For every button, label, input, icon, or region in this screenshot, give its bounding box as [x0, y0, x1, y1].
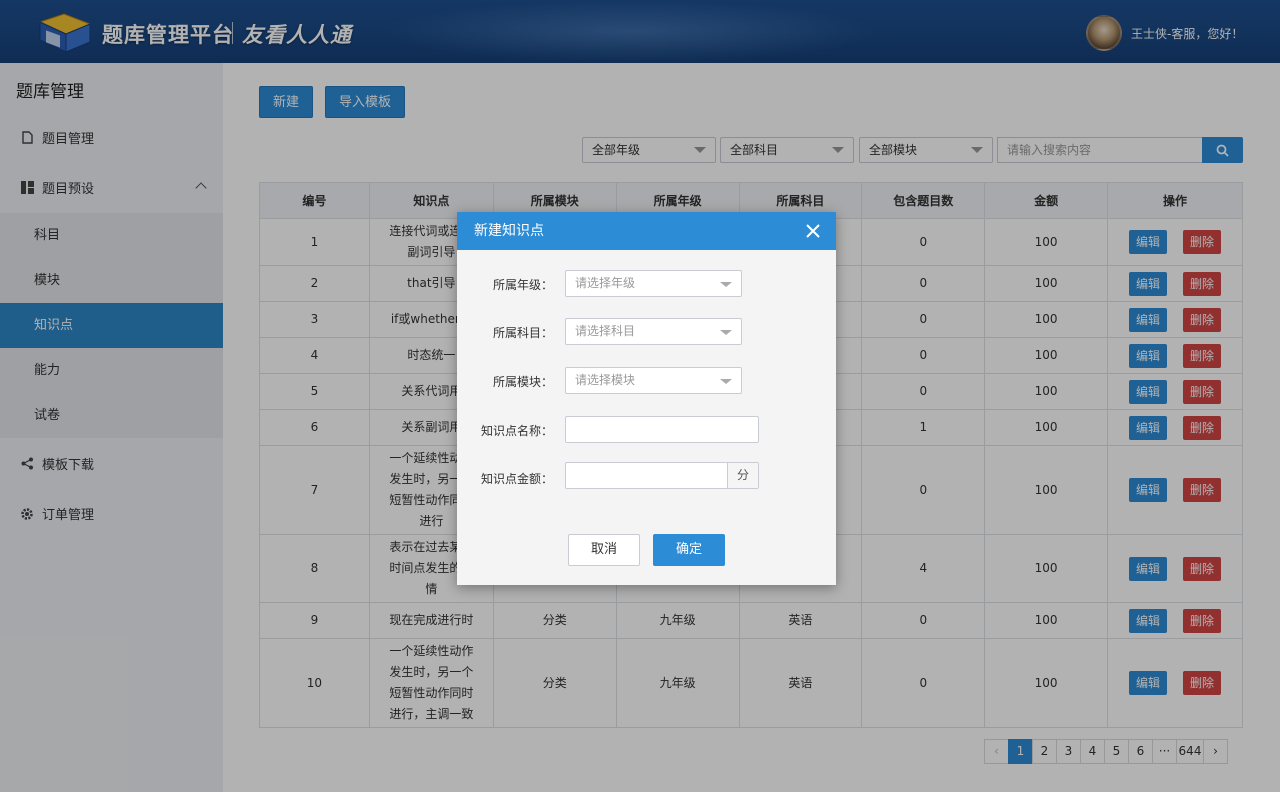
grade-label: 所属年级： — [492, 278, 553, 292]
dialog-title: 新建知识点 — [474, 223, 544, 239]
knowledge-point-amount-field[interactable]: 分 — [565, 462, 759, 489]
amount-unit: 分 — [727, 463, 758, 488]
grade-select-placeholder: 请选择年级 — [575, 276, 636, 290]
module-select[interactable]: 请选择模块 — [565, 367, 742, 394]
subject-select[interactable]: 请选择科目 — [565, 318, 742, 345]
new-knowledge-point-dialog: 新建知识点 所属年级： 请选择年级 所属科目： 请选择科目 所属模块： 请选择模… — [457, 212, 836, 585]
subject-label: 所属科目： — [492, 326, 553, 340]
amount-label: 知识点金额： — [480, 472, 553, 486]
caret-down-icon — [720, 379, 732, 384]
knowledge-point-name-field[interactable] — [565, 416, 759, 443]
confirm-button[interactable]: 确定 — [653, 534, 725, 566]
close-icon[interactable] — [804, 222, 822, 240]
caret-down-icon — [720, 330, 732, 335]
dialog-header: 新建知识点 — [457, 212, 836, 250]
module-label: 所属模块： — [492, 375, 553, 389]
module-select-placeholder: 请选择模块 — [575, 373, 636, 387]
name-label: 知识点名称： — [480, 424, 553, 438]
cancel-button[interactable]: 取消 — [568, 534, 640, 566]
caret-down-icon — [720, 282, 732, 287]
grade-select[interactable]: 请选择年级 — [565, 270, 742, 297]
subject-select-placeholder: 请选择科目 — [575, 324, 636, 338]
